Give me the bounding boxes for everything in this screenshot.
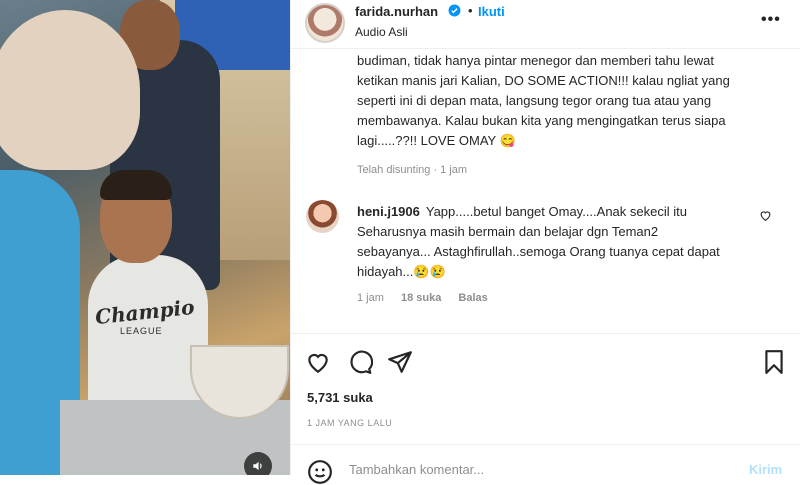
bucket-hat	[0, 10, 140, 170]
heart-icon[interactable]	[305, 349, 331, 375]
post-header: farida.nurhan • Ikuti Audio Asli •••	[291, 0, 800, 49]
shirt-print-sub: LEAGUE	[120, 326, 163, 336]
commenter-avatar[interactable]	[306, 200, 339, 233]
action-bar	[291, 333, 800, 390]
post-username[interactable]: farida.nurhan	[355, 4, 438, 19]
caption-line: membawanya. Kalau bukan kita yang mengin…	[357, 113, 726, 128]
comment-heart-icon[interactable]	[759, 209, 772, 222]
comment-line: sebayanya... Astaghfirullah..semoga Oran…	[357, 244, 720, 259]
speaker-icon[interactable]	[244, 452, 272, 475]
comment-bar: Kirim	[291, 444, 800, 484]
follow-button[interactable]: Ikuti	[478, 4, 505, 19]
avatar[interactable]	[305, 3, 345, 43]
comment-time: 1 jam	[357, 292, 384, 304]
reply-button[interactable]: Balas	[458, 292, 487, 304]
comment-icon[interactable]	[347, 349, 373, 375]
more-horizontal-icon[interactable]: •••	[761, 11, 781, 29]
post-timestamp: 1 JAM YANG LALU	[307, 418, 393, 428]
caption-line: lagi.....??!! LOVE OMAY 😋	[357, 133, 516, 148]
separator-dot: •	[468, 3, 473, 18]
comment-meta: 1 jam 18 suka Balas	[357, 292, 502, 304]
bookmark-icon[interactable]	[761, 349, 787, 375]
caption-edited-time: Telah disunting · 1 jam	[357, 164, 468, 176]
caption-line: seperti ini di depan mata, langsung tego…	[357, 93, 712, 108]
emoji-icon[interactable]	[307, 459, 333, 485]
audio-label[interactable]: Audio Asli	[355, 25, 408, 39]
comment-line: Seharusnya masih bermain dan belajar dgn…	[357, 224, 659, 239]
comment-line: Yapp.....betul banget Omay....Anak sekec…	[425, 204, 687, 219]
likes-count[interactable]: 5,731 suka	[307, 390, 373, 405]
commenter-username[interactable]: heni.j1906	[357, 204, 420, 219]
caption-line: ketikan manis jari Kalian, DO SOME ACTIO…	[357, 73, 730, 88]
verified-badge-icon	[448, 4, 461, 17]
post-media-video[interactable]: Champio LEAGUE	[0, 0, 290, 475]
comment-line: hidayah...😢😢	[357, 264, 446, 279]
post-panel: farida.nurhan • Ikuti Audio Asli ••• bud…	[290, 0, 800, 484]
comment-text: heni.j1906 Yapp.....betul banget Omay....…	[357, 202, 767, 282]
child-hair	[100, 170, 172, 200]
post-caption: budiman, tidak hanya pintar menegor dan …	[357, 51, 777, 151]
comment-input[interactable]	[347, 461, 731, 478]
share-icon[interactable]	[387, 349, 413, 375]
caption-line: budiman, tidak hanya pintar menegor dan …	[357, 53, 714, 68]
comment-likes[interactable]: 18 suka	[401, 292, 441, 304]
